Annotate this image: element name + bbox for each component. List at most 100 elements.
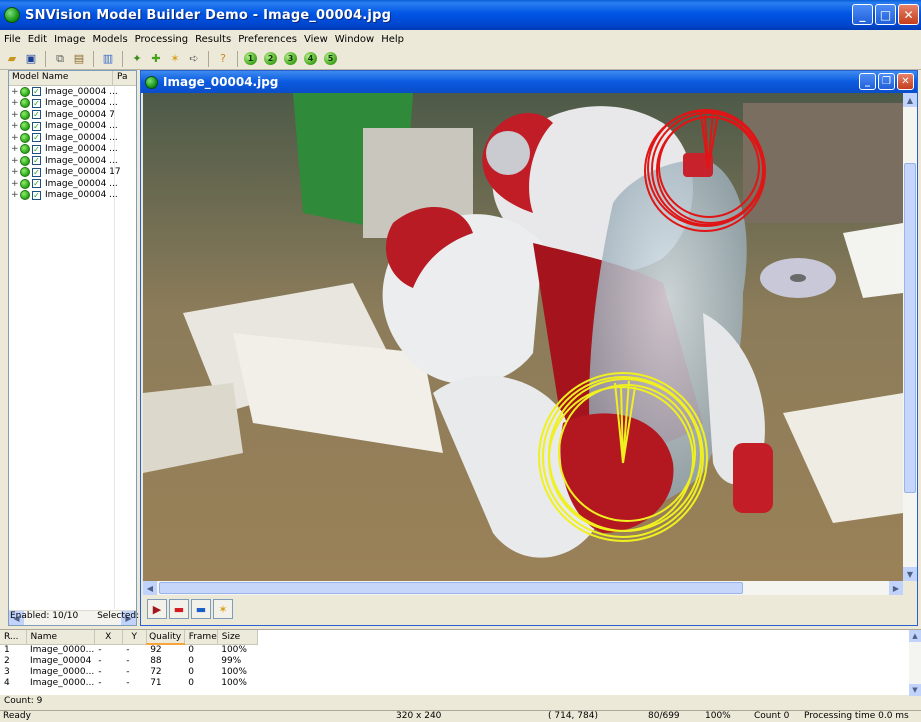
image-canvas[interactable]: [143, 93, 903, 581]
expand-icon[interactable]: +: [11, 110, 19, 120]
play-icon[interactable]: ▶: [147, 599, 167, 619]
table-row[interactable]: 1 Image_0000... - - 92 0 100%: [0, 644, 257, 655]
col-header-y[interactable]: Y: [122, 630, 147, 645]
model-item-label: Image_00004 ...: [45, 86, 118, 97]
run-icon[interactable]: ➪: [186, 51, 202, 67]
col-header-quality[interactable]: Quality: [146, 630, 185, 645]
menu-help[interactable]: Help: [381, 34, 404, 45]
model-checkbox[interactable]: ✓: [32, 121, 41, 131]
model-item[interactable]: + ✓ Image_00004 ...: [9, 155, 136, 167]
scroll-down-icon[interactable]: ▼: [903, 567, 917, 581]
child-minimize-button[interactable]: _: [859, 73, 876, 90]
menu-image[interactable]: Image: [54, 34, 85, 45]
new-model-icon[interactable]: ✦: [129, 51, 145, 67]
expand-icon[interactable]: +: [11, 87, 19, 97]
expand-icon[interactable]: +: [11, 98, 19, 108]
child-close-button[interactable]: ✕: [897, 73, 914, 90]
model-checkbox[interactable]: ✓: [32, 133, 41, 143]
status-count: Count 0: [754, 711, 790, 721]
scroll-left-icon[interactable]: ◀: [143, 581, 157, 595]
model-item[interactable]: + ✓ Image_00004 ...: [9, 86, 136, 98]
menu-processing[interactable]: Processing: [135, 34, 188, 45]
status-frame: 80/699: [648, 711, 680, 721]
vscroll-thumb[interactable]: [904, 163, 916, 493]
model-checkbox[interactable]: ✓: [32, 156, 41, 166]
model-item[interactable]: + ✓ Image_00004 17: [9, 167, 136, 179]
model-checkbox[interactable]: ✓: [32, 98, 41, 108]
preset-1-button[interactable]: 1: [244, 52, 257, 65]
model-item[interactable]: + ✓ Image_00004 ...: [9, 190, 136, 202]
close-button[interactable]: ✕: [898, 4, 919, 25]
scroll-down-icon[interactable]: ▼: [909, 684, 921, 696]
model-item-label: Image_00004 ...: [45, 144, 118, 155]
scroll-right-icon[interactable]: ▶: [889, 581, 903, 595]
table-row[interactable]: 3 Image_0000... - - 72 0 100%: [0, 666, 257, 677]
child-restore-button[interactable]: ❐: [878, 73, 895, 90]
model-item[interactable]: + ✓ Image_00004 ...: [9, 132, 136, 144]
copy-icon[interactable]: ⧉: [52, 51, 68, 67]
scroll-up-icon[interactable]: ▲: [909, 630, 921, 642]
cell-frame: 0: [188, 677, 194, 688]
menu-results[interactable]: Results: [195, 34, 231, 45]
expand-icon[interactable]: +: [11, 144, 19, 154]
image-hscrollbar[interactable]: ◀ ▶: [143, 581, 903, 595]
table-row[interactable]: 2 Image_00004 - - 88 0 99%: [0, 655, 257, 666]
minimize-button[interactable]: _: [852, 4, 873, 25]
status-green-icon: [20, 121, 30, 132]
expand-icon[interactable]: +: [11, 179, 19, 189]
open-folder-icon[interactable]: ▰: [4, 51, 20, 67]
save-icon[interactable]: ▣: [23, 51, 39, 67]
step-back-icon[interactable]: ▬: [169, 599, 189, 619]
menu-window[interactable]: Window: [335, 34, 374, 45]
expand-icon[interactable]: +: [11, 156, 19, 166]
menu-models[interactable]: Models: [92, 34, 127, 45]
col-header-name[interactable]: Name: [26, 630, 95, 645]
menu-edit[interactable]: Edit: [28, 34, 47, 45]
results-vscrollbar[interactable]: ▲ ▼: [909, 630, 921, 696]
model-checkbox[interactable]: ✓: [32, 190, 41, 200]
col-header-frame[interactable]: Frame: [184, 630, 218, 645]
model-checkbox[interactable]: ✓: [32, 167, 41, 177]
image-properties-icon[interactable]: ▥: [100, 51, 116, 67]
preset-5-button[interactable]: 5: [324, 52, 337, 65]
wizard-icon[interactable]: ✶: [167, 51, 183, 67]
train-model-icon[interactable]: ✚: [148, 51, 164, 67]
preset-4-button[interactable]: 4: [304, 52, 317, 65]
preset-3-button[interactable]: 3: [284, 52, 297, 65]
model-checkbox[interactable]: ✓: [32, 87, 41, 97]
maximize-button[interactable]: □: [875, 4, 896, 25]
step-forward-icon[interactable]: ▬: [191, 599, 211, 619]
model-item[interactable]: + ✓ Image_00004 ...: [9, 121, 136, 133]
expand-icon[interactable]: +: [11, 167, 19, 177]
preset-2-button[interactable]: 2: [264, 52, 277, 65]
menu-file[interactable]: File: [4, 34, 21, 45]
model-item[interactable]: + ✓ Image_00004 ...: [9, 144, 136, 156]
col-header-rank[interactable]: R...: [0, 630, 27, 645]
model-item[interactable]: + ✓ Image_00004 ...: [9, 178, 136, 190]
image-vscrollbar[interactable]: ▲ ▼: [903, 93, 917, 581]
model-checkbox[interactable]: ✓: [32, 110, 41, 120]
hscroll-thumb[interactable]: [159, 582, 743, 594]
col-header-size[interactable]: Size: [217, 630, 258, 645]
expand-icon[interactable]: +: [11, 133, 19, 143]
process-icon[interactable]: ✶: [213, 599, 233, 619]
table-row[interactable]: 4 Image_0000... - - 71 0 100%: [0, 677, 257, 688]
menu-view[interactable]: View: [304, 34, 328, 45]
image-window-title-bar[interactable]: Image_00004.jpg _ ❐ ✕: [141, 71, 917, 93]
column-header-model-name[interactable]: Model Name: [9, 71, 113, 85]
model-item[interactable]: + ✓ Image_00004 ...: [9, 98, 136, 110]
model-item[interactable]: + ✓ Image_00004 7: [9, 109, 136, 121]
cell-x: -: [98, 677, 102, 688]
menu-preferences[interactable]: Preferences: [238, 34, 297, 45]
expand-icon[interactable]: +: [11, 190, 19, 200]
help-icon[interactable]: ?: [215, 51, 231, 67]
paste-icon[interactable]: ▤: [71, 51, 87, 67]
scroll-up-icon[interactable]: ▲: [903, 93, 917, 107]
col-header-x[interactable]: X: [94, 630, 123, 645]
column-header-pa[interactable]: Pa: [113, 71, 128, 85]
cell-y: -: [126, 655, 130, 666]
model-checkbox[interactable]: ✓: [32, 144, 41, 154]
model-checkbox[interactable]: ✓: [32, 179, 41, 189]
background-clutter: [743, 103, 903, 223]
expand-icon[interactable]: +: [11, 121, 19, 131]
